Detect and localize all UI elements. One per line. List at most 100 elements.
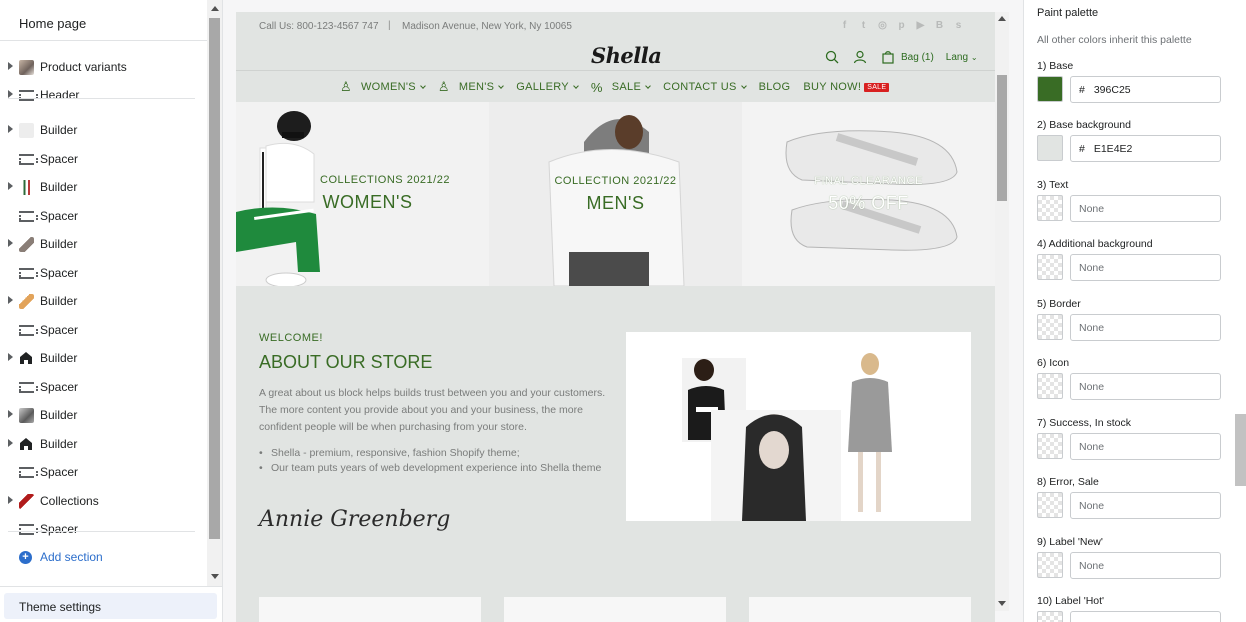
scrollbar-thumb[interactable] [209,18,220,539]
tree-item[interactable]: Spacer [0,202,206,230]
topbar-separator: | [388,20,391,31]
nav-item[interactable]: GALLERY [516,81,579,93]
chevron-right-icon[interactable] [8,296,13,304]
chevron-right-icon[interactable] [8,182,13,190]
divider [8,98,195,99]
section-thumbnail [19,494,34,509]
search-icon[interactable] [825,50,839,64]
scrollbar-thumb[interactable] [997,75,1007,201]
panel-scrollbar[interactable] [1234,0,1246,622]
sidebar-scrollbar[interactable] [207,0,222,586]
color-hex-input[interactable]: None [1070,254,1221,281]
header-actions: Bag (1) Lang ⌄ [825,50,978,64]
chevron-right-icon[interactable] [8,410,13,418]
preview-scrollbar[interactable] [995,12,1009,611]
scroll-down-arrow-icon[interactable] [998,601,1006,606]
tree-item[interactable]: Builder [0,116,206,144]
facebook-icon[interactable]: f [839,20,850,31]
skype-icon[interactable]: s [953,20,964,31]
section-thumbnail [19,408,34,423]
tree-item[interactable]: Spacer [0,458,206,486]
store-logo[interactable]: Shella [591,43,662,68]
chevron-right-icon[interactable] [8,439,13,447]
tree-item[interactable]: Builder [0,230,206,258]
behance-icon[interactable]: B [934,20,945,31]
color-swatch[interactable] [1037,195,1063,221]
scroll-up-arrow-icon[interactable] [211,6,219,11]
color-swatch[interactable] [1037,76,1063,102]
tree-item[interactable]: Product variants [0,53,206,81]
nav-item-label: CONTACT US [663,81,737,93]
tree-item-label: Spacer [40,522,79,536]
color-hex-input[interactable]: None [1070,492,1221,519]
bag-icon[interactable] [881,50,895,64]
banner-womens[interactable]: COLLECTIONS 2021/22 WOMEN'S [236,102,489,286]
color-swatch[interactable] [1037,611,1063,622]
color-hex-input[interactable]: None [1070,433,1221,460]
tree-item[interactable]: Builder [0,287,206,315]
user-icon[interactable] [853,50,867,64]
color-hex-input[interactable]: None [1070,314,1221,341]
tree-item[interactable]: Header [0,81,206,109]
nav-item[interactable]: CONTACT US [663,81,747,93]
scroll-up-arrow-icon[interactable] [998,16,1006,21]
lang-selector[interactable]: Lang ⌄ [946,52,978,63]
chevron-right-icon[interactable] [8,496,13,504]
section-thumbnail [19,60,34,75]
spacer-icon [19,154,38,165]
nav-item[interactable]: ♙ WOMEN'S [340,79,426,95]
nav-item[interactable]: ♙ MEN'S [438,79,505,95]
twitter-icon[interactable]: t [858,20,869,31]
nav-item-label: GALLERY [516,81,569,93]
sale-badge: SALE [864,82,890,92]
color-hex-input[interactable]: None [1070,552,1221,579]
tree-item-label: Spacer [40,380,79,394]
tree-item[interactable]: Builder [0,430,206,458]
chevron-right-icon[interactable] [8,239,13,247]
tree-item[interactable]: Spacer [0,515,206,543]
tree-item[interactable]: Spacer [0,316,206,344]
tree-item[interactable]: Builder [0,344,206,372]
pinterest-icon[interactable]: p [896,20,907,31]
scroll-down-arrow-icon[interactable] [211,574,219,579]
instagram-icon[interactable]: ◎ [877,20,888,31]
color-swatch[interactable] [1037,314,1063,340]
chevron-right-icon[interactable] [8,353,13,361]
banner-mens[interactable]: COLLECTION 2021/22 MEN'S [489,102,742,286]
color-swatch[interactable] [1037,492,1063,518]
bag-link[interactable]: Bag (1) [901,52,934,63]
product-card[interactable] [749,597,971,622]
color-swatch[interactable] [1037,373,1063,399]
tree-item[interactable]: Spacer [0,259,206,287]
nav-item[interactable]: % SALE [590,79,651,95]
color-hex-input[interactable]: None [1070,373,1221,400]
chevron-right-icon[interactable] [8,62,13,70]
tree-item[interactable]: Builder [0,401,206,429]
color-hex-input[interactable]: None [1070,195,1221,222]
add-section-button[interactable]: + Add section [19,550,103,564]
color-swatch[interactable] [1037,135,1063,161]
scrollbar-thumb[interactable] [1235,414,1246,486]
tree-item[interactable]: Collections [0,487,206,515]
tree-item[interactable]: Builder [0,173,206,201]
chevron-down-icon [498,82,505,89]
color-swatch[interactable] [1037,552,1063,578]
color-swatch[interactable] [1037,433,1063,459]
tree-item[interactable]: Spacer [0,145,206,173]
product-card[interactable] [259,597,481,622]
youtube-icon[interactable]: ▶ [915,20,926,31]
chevron-right-icon[interactable] [8,90,13,98]
theme-settings-button[interactable]: Theme settings [4,593,217,619]
color-hex-input[interactable]: #396C25 [1070,76,1221,103]
nav-item[interactable]: BLOG [759,81,791,93]
nav-item[interactable]: BUY NOW! SALE [803,81,890,93]
tree-item[interactable]: Spacer [0,373,206,401]
color-swatch[interactable] [1037,254,1063,280]
color-hex-input[interactable] [1070,611,1221,622]
product-card[interactable] [504,597,726,622]
banner-clearance[interactable]: FINAL CLEARANCE 50% OFF [742,102,995,286]
color-hex-input[interactable]: # E1E4E2 [1070,135,1221,162]
chevron-right-icon[interactable] [8,125,13,133]
percent-icon: % [590,79,603,95]
spacer-icon [19,211,38,222]
